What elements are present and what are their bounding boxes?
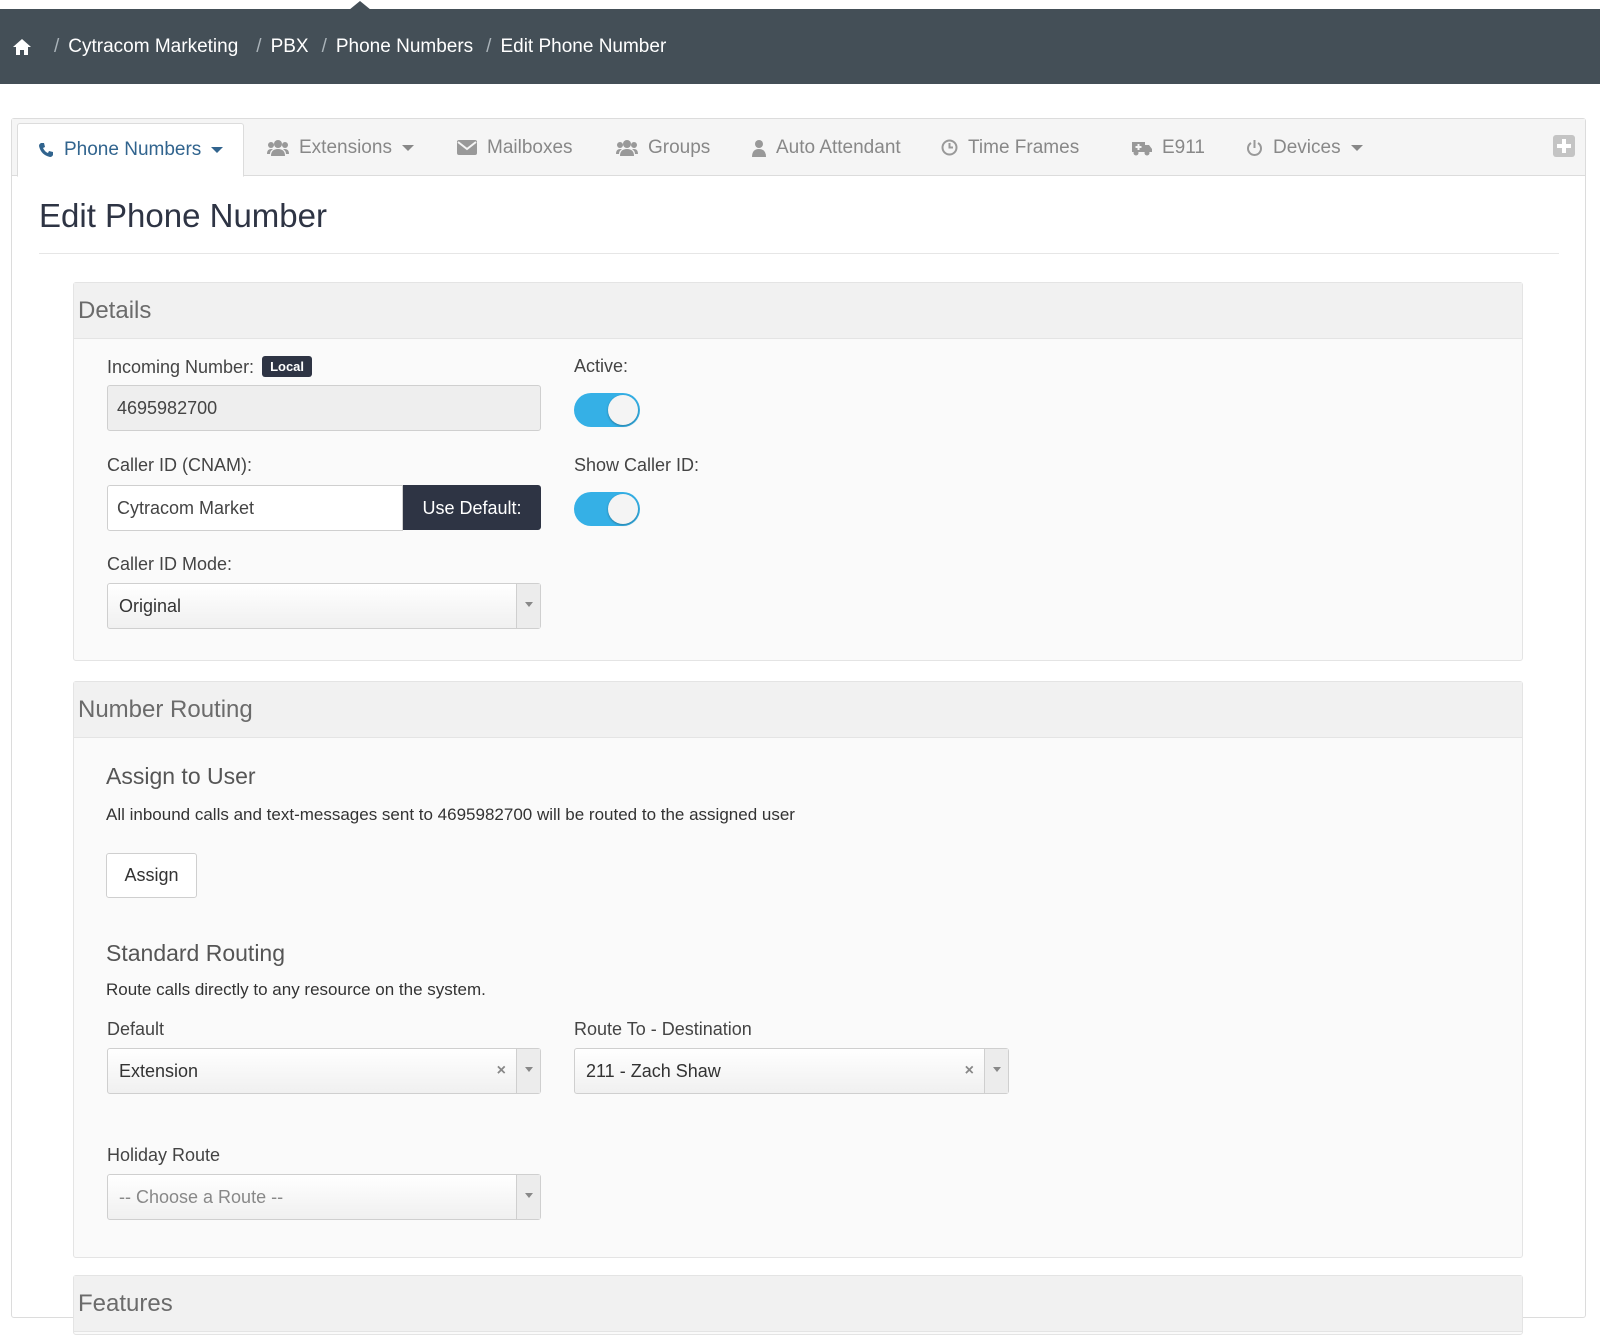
- chevron-down-icon: [401, 144, 414, 151]
- local-badge: Local: [262, 356, 313, 377]
- caller-id-mode-value: Original: [119, 596, 182, 616]
- chevron-down-icon: [211, 147, 224, 153]
- user-icon: [752, 139, 766, 157]
- tab-label: Extensions: [299, 136, 392, 158]
- chevron-down-icon[interactable]: [516, 584, 540, 628]
- add-icon[interactable]: [1553, 135, 1575, 157]
- users-icon: [616, 139, 638, 156]
- destination-value: 211 - Zach Shaw: [586, 1061, 721, 1081]
- default-route-value: Extension: [119, 1061, 199, 1081]
- tab-label: Time Frames: [968, 136, 1080, 158]
- breadcrumb-item-current: Edit Phone Number: [500, 35, 667, 57]
- active-toggle[interactable]: [574, 393, 640, 427]
- tab-label: Phone Numbers: [64, 139, 202, 160]
- breadcrumb-separator: /: [54, 35, 60, 57]
- number-routing-heading: Number Routing: [74, 682, 1522, 738]
- default-route-select[interactable]: Extension ×: [107, 1048, 541, 1094]
- clock-icon: [941, 139, 958, 156]
- standard-routing-heading: Standard Routing: [106, 940, 286, 966]
- active-label: Active:: [574, 356, 629, 376]
- assign-description: All inbound calls and text-messages sent…: [106, 805, 795, 824]
- chevron-down-icon[interactable]: [516, 1175, 540, 1219]
- tab-devices[interactable]: Devices: [1246, 119, 1363, 176]
- caller-id-mode-label: Caller ID Mode:: [107, 554, 233, 574]
- chevron-down-icon: [1350, 144, 1363, 151]
- standard-routing-description: Route calls directly to any resource on …: [106, 980, 486, 999]
- show-caller-id-toggle[interactable]: [574, 492, 640, 526]
- pbx-tab-bar: Phone Numbers Extensions Mailboxes Group…: [12, 119, 1585, 177]
- main-panel: Phone Numbers Extensions Mailboxes Group…: [11, 118, 1586, 1335]
- tab-label: Devices: [1273, 136, 1341, 158]
- details-heading: Details: [74, 283, 1522, 339]
- breadcrumb-item-pbx[interactable]: PBX: [271, 36, 309, 58]
- tab-time-frames[interactable]: Time Frames: [941, 119, 1079, 176]
- caller-id-mode-select[interactable]: Original: [107, 583, 541, 629]
- toggle-knob: [608, 395, 638, 425]
- tab-auto-attendant[interactable]: Auto Attendant: [752, 119, 901, 176]
- title-divider: [39, 253, 1559, 254]
- page-title: Edit Phone Number: [39, 197, 327, 234]
- tab-label: E911: [1162, 136, 1205, 158]
- tab-e911[interactable]: E911: [1132, 119, 1205, 176]
- chevron-down-icon[interactable]: [516, 1049, 540, 1093]
- tab-mailboxes[interactable]: Mailboxes: [457, 119, 573, 176]
- incoming-number-field: 4695982700: [107, 385, 541, 431]
- chevron-down-icon[interactable]: [984, 1049, 1008, 1093]
- default-route-label: Default: [107, 1019, 165, 1039]
- holiday-route-label: Holiday Route: [107, 1145, 221, 1165]
- ambulance-icon: [1132, 141, 1152, 155]
- caller-id-input[interactable]: Cytracom Market: [107, 485, 403, 531]
- clear-icon[interactable]: ×: [965, 1049, 974, 1093]
- holiday-route-placeholder: -- Choose a Route --: [119, 1187, 284, 1207]
- destination-select[interactable]: 211 - Zach Shaw ×: [574, 1048, 1009, 1094]
- home-icon[interactable]: [12, 38, 32, 56]
- use-default-button[interactable]: Use Default:: [403, 485, 541, 530]
- users-icon: [267, 139, 289, 156]
- breadcrumb-separator: /: [321, 35, 327, 57]
- details-section: Details Incoming Number: Local 4695982700…: [73, 282, 1523, 661]
- incoming-number-label-text: Incoming Number:: [107, 357, 255, 377]
- tab-label: Groups: [648, 136, 711, 158]
- assign-button[interactable]: Assign: [106, 853, 197, 898]
- phone-icon: [39, 143, 53, 157]
- holiday-route-select[interactable]: -- Choose a Route --: [107, 1174, 541, 1220]
- incoming-number-label: Incoming Number: Local: [107, 356, 313, 378]
- caller-id-label: Caller ID (CNAM):: [107, 455, 253, 475]
- power-icon: [1247, 139, 1262, 156]
- features-section: Features: [73, 1275, 1523, 1335]
- breadcrumb-separator: /: [486, 35, 492, 57]
- breadcrumb-item-phone-numbers[interactable]: Phone Numbers: [336, 36, 473, 58]
- show-caller-id-label: Show Caller ID:: [574, 455, 700, 475]
- toggle-knob: [608, 494, 638, 524]
- breadcrumb-separator: /: [256, 35, 262, 57]
- breadcrumb: / Cytracom Marketing / PBX / Phone Numbe…: [12, 9, 666, 84]
- envelope-icon: [457, 140, 477, 155]
- destination-label: Route To - Destination: [574, 1019, 752, 1039]
- clear-icon[interactable]: ×: [497, 1049, 506, 1093]
- top-navigation-bar: / Cytracom Marketing / PBX / Phone Numbe…: [0, 1, 1600, 84]
- tab-label: Mailboxes: [487, 136, 573, 158]
- tab-label: Auto Attendant: [776, 136, 901, 158]
- number-routing-section: Number Routing Assign to User All inboun…: [73, 681, 1523, 1258]
- tab-extensions[interactable]: Extensions: [267, 119, 414, 176]
- tab-groups[interactable]: Groups: [616, 119, 710, 176]
- assign-to-user-heading: Assign to User: [106, 763, 256, 789]
- tab-phone-numbers[interactable]: Phone Numbers: [17, 123, 245, 177]
- breadcrumb-item-account[interactable]: Cytracom Marketing: [68, 36, 238, 58]
- features-heading: Features: [74, 1276, 1522, 1332]
